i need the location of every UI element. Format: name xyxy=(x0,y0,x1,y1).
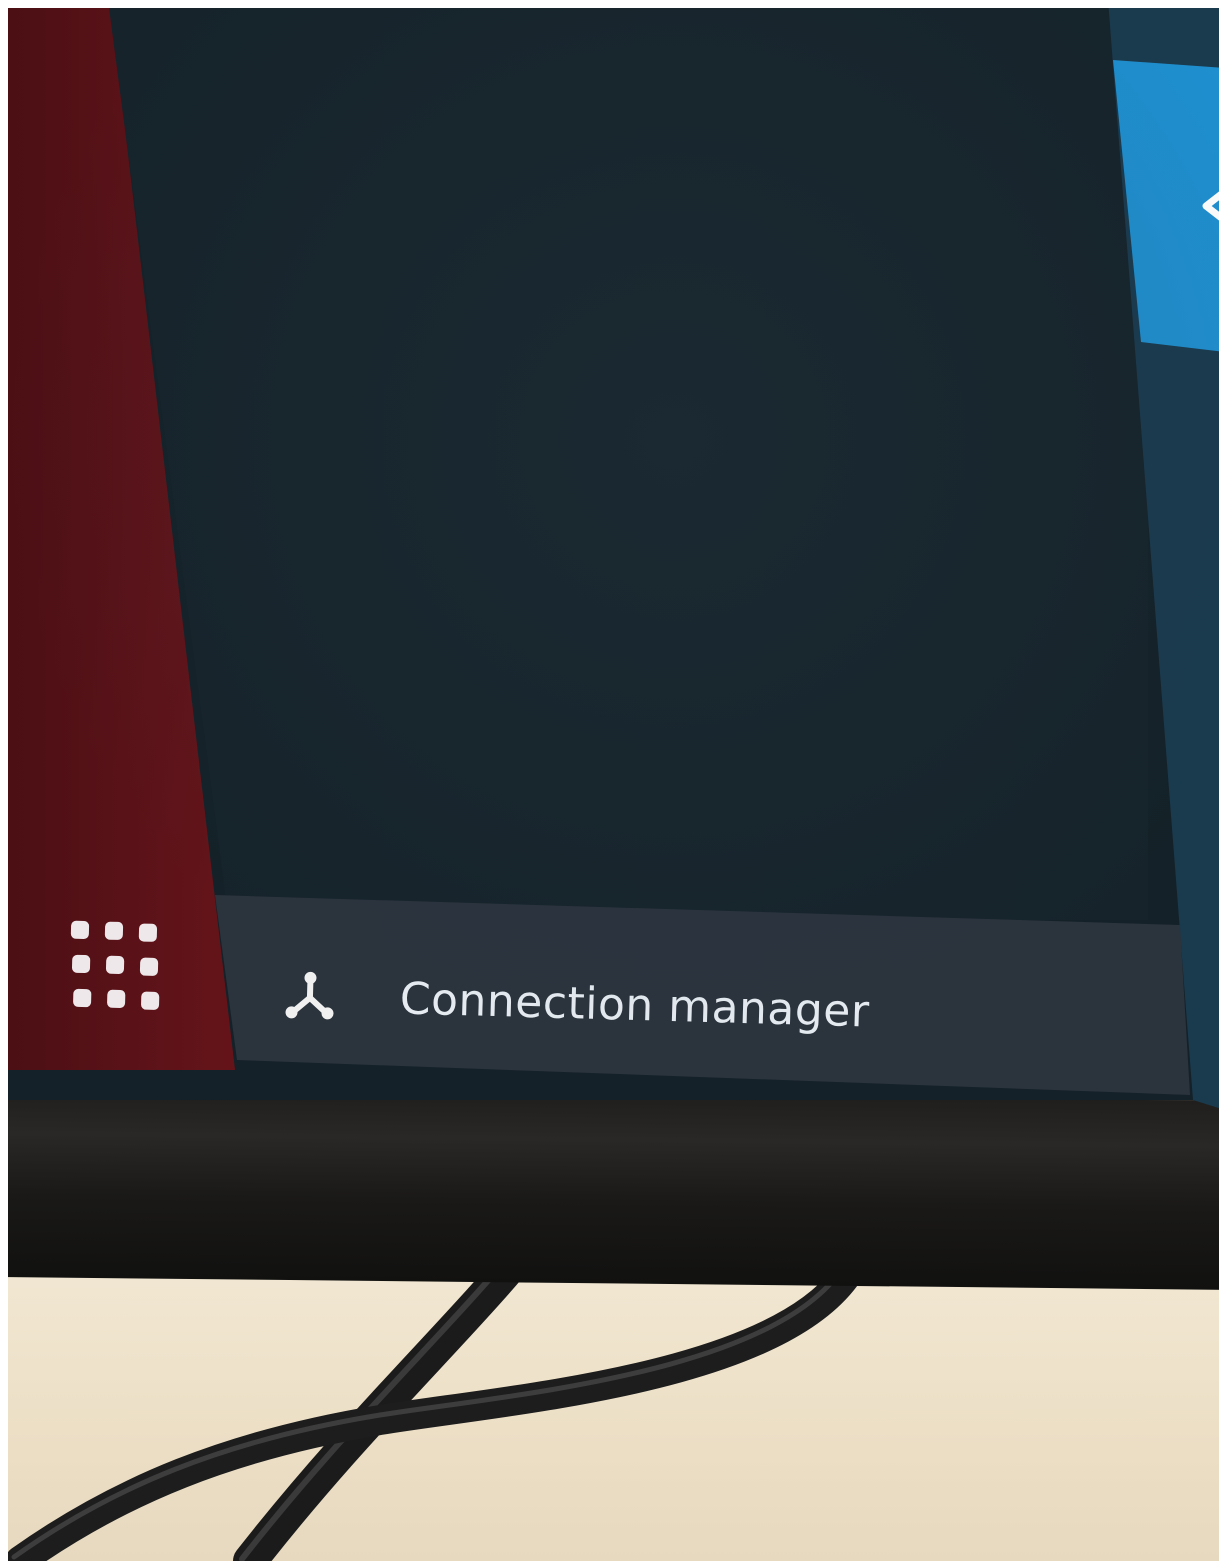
monitor-screen: Connection manager xyxy=(0,0,1225,1110)
right-panel xyxy=(1108,0,1225,1110)
image-border-left xyxy=(0,0,8,1561)
taskbar-item-label: Connection manager xyxy=(399,972,871,1037)
main-content-area xyxy=(108,0,1148,920)
right-panel-button[interactable] xyxy=(1113,60,1225,352)
apps-grid-icon[interactable] xyxy=(65,917,178,1020)
taskbar xyxy=(215,895,1190,1095)
app-sidebar xyxy=(0,0,235,1070)
monitor-bezel xyxy=(0,1072,1225,1290)
taskbar-item-connection-manager[interactable]: Connection manager xyxy=(279,955,871,1051)
connection-manager-icon xyxy=(285,971,334,1020)
image-border-right xyxy=(1219,0,1225,1561)
image-border-top xyxy=(0,0,1225,8)
photo-frame: Connection manager xyxy=(0,0,1225,1561)
